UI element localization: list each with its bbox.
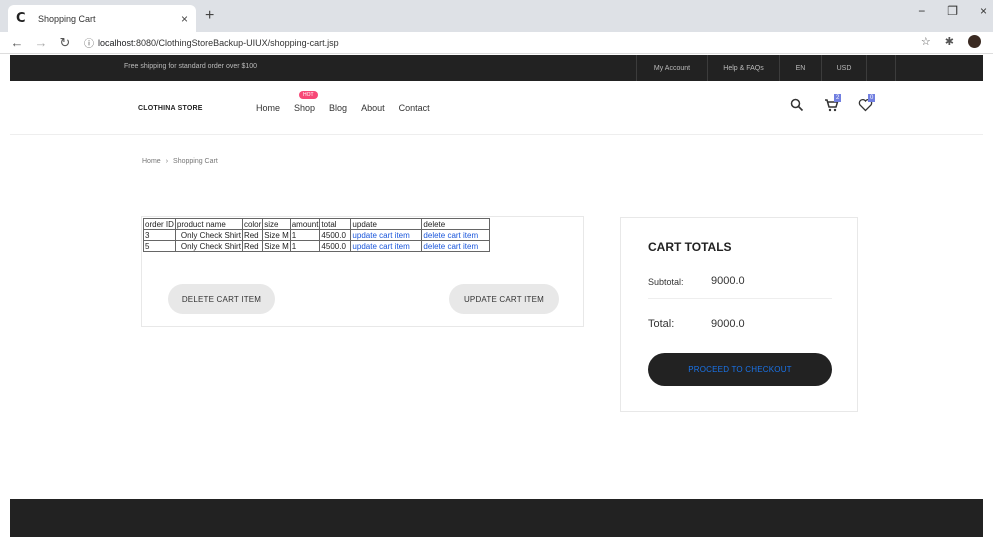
cart-count-badge: 2 [834,94,842,102]
cell-amount: 1 [289,229,321,241]
topbar-links: My Account Help & FAQs EN USD [636,55,896,81]
logo-text-light: STORE [177,105,203,112]
topbar-help-faqs[interactable]: Help & FAQs [707,55,779,81]
total-value: 9000.0 [711,318,745,330]
totals-divider [648,298,832,299]
cell-total: 4500.0 [319,229,352,241]
tab-close-icon[interactable]: × [181,12,188,26]
cell-amount: 1 [289,240,321,252]
browser-tab-bar: C Shopping Cart × + − ❐ × [0,0,993,32]
update-cart-item-link[interactable]: update cart item [352,242,409,251]
col-update: update [350,218,423,230]
cell-size: Size M [262,229,291,241]
cell-order-id: 3 [143,229,176,241]
browser-tab[interactable]: C Shopping Cart × [8,5,196,32]
reload-icon[interactable]: ↻ [58,35,72,51]
cart-table: order ID product name color size amount … [143,218,491,252]
url-field[interactable]: localhost:8080/ClothingStoreBackup-UIUX/… [98,38,339,48]
col-delete: delete [421,218,491,230]
browser-extensions: ☆ ✱ [921,35,981,48]
col-product-name: product name [174,218,243,230]
tab-favicon-icon: C [16,11,26,26]
extensions-puzzle-icon[interactable]: ✱ [945,35,954,48]
topbar-language[interactable]: EN [779,55,821,81]
breadcrumb-current: Shopping Cart [173,158,218,165]
topbar-spacer [866,55,896,81]
breadcrumb-home[interactable]: Home [142,158,161,165]
cell-product-name: Only Check Shirt [174,240,243,252]
cart-totals-title: CART TOTALS [648,240,732,254]
new-tab-button[interactable]: + [205,7,214,25]
hot-badge: HOT [299,91,318,99]
menu-contact[interactable]: Contact [399,103,430,113]
cell-size: Size M [262,240,291,252]
menu-shop-wrapper: HOT Shop [294,91,318,113]
back-arrow-icon[interactable]: ← [10,35,24,50]
search-icon[interactable] [790,98,806,114]
url-host: localhost [98,37,134,48]
site-footer [10,499,983,537]
bookmark-star-icon[interactable]: ☆ [921,35,931,48]
total-label: Total: [648,318,675,330]
delete-cart-item-button[interactable]: DELETE CART ITEM [168,284,275,314]
site-logo[interactable]: CLOTHINA STORE [138,105,203,112]
profile-avatar-icon[interactable] [968,35,981,48]
address-bar: ← → ↻ ⓘ localhost:8080/ClothingStoreBack… [0,32,993,54]
maximize-button[interactable]: ❐ [947,4,958,18]
close-window-button[interactable]: × [980,4,987,18]
col-order-id: order ID [143,218,176,230]
cart-totals-panel: CART TOTALS Subtotal: 9000.0 Total: 9000… [620,217,858,412]
table-row: 5 Only Check Shirt Red Size M 1 4500.0 u… [143,240,491,252]
cell-delete: delete cart item [421,229,491,241]
breadcrumb-separator-icon: › [165,158,169,165]
delete-cart-item-link[interactable]: delete cart item [423,231,478,240]
cell-update: update cart item [350,240,423,252]
proceed-to-checkout-button[interactable]: PROCEED TO CHECKOUT [648,353,832,386]
update-cart-item-link[interactable]: update cart item [352,231,409,240]
wishlist-count-badge: 0 [868,94,876,102]
cell-product-name: Only Check Shirt [174,229,243,241]
wishlist-heart-icon[interactable]: 0 [858,94,876,114]
table-row: 3 Only Check Shirt Red Size M 1 4500.0 u… [143,229,491,241]
main-menu: Home HOT Shop Blog About Contact [256,91,430,113]
cell-color: Red [241,240,264,252]
menu-shop[interactable]: Shop [294,103,315,113]
url-path: :8080/ClothingStoreBackup-UIUX/shopping-… [133,37,339,48]
col-size: size [262,218,291,230]
cart-panel: order ID product name color size amount … [141,216,584,327]
forward-arrow-icon[interactable]: → [34,35,48,50]
col-amount: amount [289,218,321,230]
cell-total: 4500.0 [319,240,352,252]
subtotal-label: Subtotal: [648,277,684,287]
minimize-button[interactable]: − [918,4,925,18]
site-info-icon[interactable]: ⓘ [84,35,94,50]
cell-color: Red [241,229,264,241]
shipping-notice: Free shipping for standard order over $1… [124,63,258,70]
delete-cart-item-link[interactable]: delete cart item [423,242,478,251]
cart-icon[interactable]: 2 [824,94,842,114]
logo-text-bold: CLOTHINA [138,105,176,112]
tab-title: Shopping Cart [38,13,96,24]
window-controls: − ❐ × [918,4,993,18]
cart-table-header: order ID product name color size amount … [143,218,491,230]
menu-blog[interactable]: Blog [329,103,347,113]
col-color: color [241,218,264,230]
update-cart-item-button[interactable]: UPDATE CART ITEM [449,284,559,314]
topbar-my-account[interactable]: My Account [636,55,707,81]
breadcrumb: Home › Shopping Cart [142,158,218,165]
header-icons: 2 0 [790,94,876,114]
col-total: total [319,218,352,230]
top-bar: Free shipping for standard order over $1… [10,55,983,81]
subtotal-value: 9000.0 [711,275,745,287]
menu-about[interactable]: About [361,103,385,113]
menu-home[interactable]: Home [256,103,280,113]
cell-delete: delete cart item [421,240,491,252]
topbar-currency[interactable]: USD [821,55,866,81]
cell-update: update cart item [350,229,423,241]
site-header: CLOTHINA STORE Home HOT Shop Blog About … [10,81,983,135]
cell-order-id: 5 [143,240,176,252]
